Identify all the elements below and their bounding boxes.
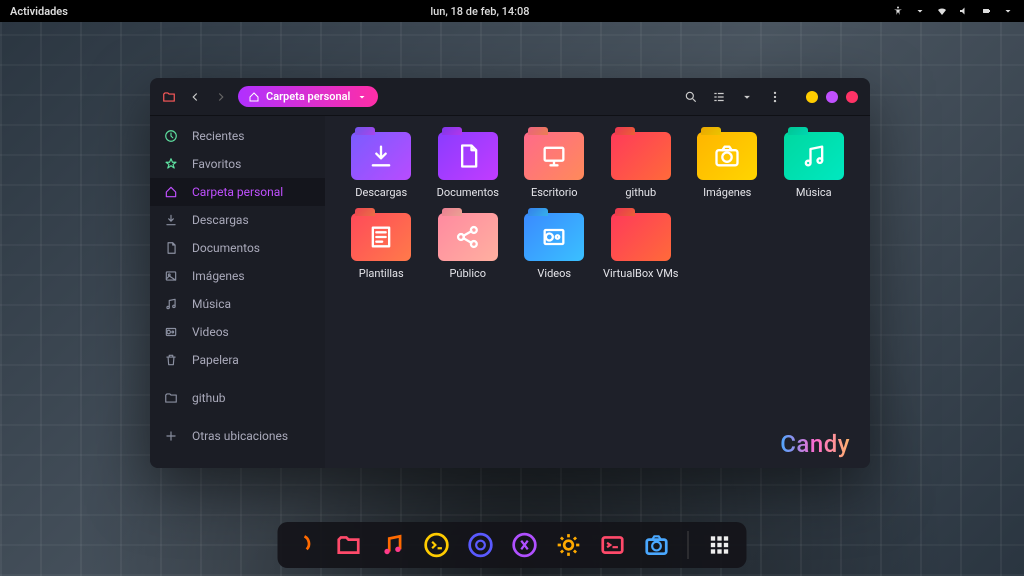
- folder-label: Descargas: [355, 186, 407, 199]
- sidebar-item-label: Carpeta personal: [192, 185, 283, 199]
- dropdown-icon: [914, 5, 926, 17]
- caret-icon: [1002, 5, 1014, 17]
- dock-app-firefox[interactable]: [290, 530, 320, 560]
- dock-app-terminal[interactable]: [422, 530, 452, 560]
- dock-app-grid[interactable]: [705, 530, 735, 560]
- folder-público[interactable]: Público: [430, 213, 507, 280]
- close-button[interactable]: [846, 91, 858, 103]
- minimize-button[interactable]: [806, 91, 818, 103]
- forward-button[interactable]: [214, 90, 228, 104]
- dock-app-vscode[interactable]: [510, 530, 540, 560]
- location-pill[interactable]: Carpeta personal: [238, 86, 378, 107]
- dock-app-chrome[interactable]: [466, 530, 496, 560]
- sidebar-item-label: Descargas: [192, 213, 249, 227]
- volume-icon: [958, 5, 970, 17]
- sidebar-item-label: Recientes: [192, 129, 244, 143]
- folder-imágenes[interactable]: Imágenes: [689, 132, 766, 199]
- menu-button[interactable]: [768, 90, 782, 104]
- folder-icon: [438, 132, 498, 180]
- sidebar-item-label: Papelera: [192, 353, 239, 367]
- folder-label: Documentos: [437, 186, 499, 199]
- folder-github[interactable]: github: [603, 132, 680, 199]
- sidebar-item-label: Favoritos: [192, 157, 241, 171]
- sidebar-item-label: Otras ubicaciones: [192, 429, 288, 443]
- sidebar-item-label: Música: [192, 297, 231, 311]
- window-controls: [806, 91, 858, 103]
- system-tray[interactable]: [892, 5, 1014, 17]
- folder-icon: [611, 213, 671, 261]
- sidebar-item-label: Videos: [192, 325, 229, 339]
- sidebar-item-videos[interactable]: Videos: [150, 318, 325, 346]
- folder-descargas[interactable]: Descargas: [343, 132, 420, 199]
- folder-label: github: [625, 186, 656, 199]
- sidebar-item-label: Documentos: [192, 241, 260, 255]
- folder-plantillas[interactable]: Plantillas: [343, 213, 420, 280]
- sidebar-item-downloads[interactable]: Descargas: [150, 206, 325, 234]
- dock-app-screenshot[interactable]: [642, 530, 672, 560]
- sidebar-item-favorites[interactable]: Favoritos: [150, 150, 325, 178]
- file-manager-window: Carpeta personal Recientes Favoritos Carpe…: [150, 78, 870, 468]
- folder-grid: Descargas Documentos Escritorio github Imáge…: [343, 132, 852, 280]
- folder-icon: [351, 132, 411, 180]
- sidebar: Recientes Favoritos Carpeta personal Descar…: [150, 116, 325, 468]
- folder-label: Videos: [537, 267, 571, 280]
- dock-app-settings[interactable]: [554, 530, 584, 560]
- folder-icon: [611, 132, 671, 180]
- folder-label: Música: [796, 186, 832, 199]
- clock[interactable]: lun, 18 de feb, 14:08: [68, 5, 892, 18]
- accessibility-icon: [892, 5, 904, 17]
- dock-app-music[interactable]: [378, 530, 408, 560]
- titlebar: Carpeta personal: [150, 78, 870, 116]
- sidebar-item-documents[interactable]: Documentos: [150, 234, 325, 262]
- sidebar-item-label: github: [192, 391, 226, 405]
- location-label: Carpeta personal: [266, 90, 350, 103]
- maximize-button[interactable]: [826, 91, 838, 103]
- folder-icon[interactable]: [162, 90, 176, 104]
- folder-icon: [438, 213, 498, 261]
- folder-virtualbox-vms[interactable]: VirtualBox VMs: [603, 213, 680, 280]
- view-toggle-button[interactable]: [712, 90, 726, 104]
- sidebar-item-label: Imágenes: [192, 269, 245, 283]
- view-caret-icon[interactable]: [740, 90, 754, 104]
- content-area[interactable]: Descargas Documentos Escritorio github Imáge…: [325, 116, 870, 468]
- back-button[interactable]: [188, 90, 202, 104]
- folder-icon: [524, 213, 584, 261]
- folder-escritorio[interactable]: Escritorio: [516, 132, 593, 199]
- activities-button[interactable]: Actividades: [10, 5, 68, 18]
- sidebar-item-github[interactable]: github: [150, 384, 325, 412]
- folder-icon: [784, 132, 844, 180]
- folder-label: Plantillas: [359, 267, 404, 280]
- chevron-down-icon: [356, 91, 368, 103]
- battery-icon: [980, 5, 992, 17]
- dock-divider: [688, 531, 689, 559]
- folder-icon: [697, 132, 757, 180]
- folder-icon: [524, 132, 584, 180]
- sidebar-item-images[interactable]: Imágenes: [150, 262, 325, 290]
- theme-brand: Candy: [780, 430, 850, 458]
- dock-app-term2[interactable]: [598, 530, 628, 560]
- folder-videos[interactable]: Videos: [516, 213, 593, 280]
- wifi-icon: [936, 5, 948, 17]
- dock-app-files[interactable]: [334, 530, 364, 560]
- folder-label: VirtualBox VMs: [603, 267, 678, 280]
- folder-label: Imágenes: [703, 186, 751, 199]
- sidebar-item-music[interactable]: Música: [150, 290, 325, 318]
- folder-documentos[interactable]: Documentos: [430, 132, 507, 199]
- search-button[interactable]: [684, 90, 698, 104]
- sidebar-item-recent[interactable]: Recientes: [150, 122, 325, 150]
- sidebar-item-trash[interactable]: Papelera: [150, 346, 325, 374]
- dock: [278, 522, 747, 568]
- folder-label: Escritorio: [531, 186, 578, 199]
- sidebar-item-other[interactable]: Otras ubicaciones: [150, 422, 325, 450]
- folder-música[interactable]: Música: [776, 132, 853, 199]
- sidebar-item-home[interactable]: Carpeta personal: [150, 178, 325, 206]
- top-panel: Actividades lun, 18 de feb, 14:08: [0, 0, 1024, 22]
- folder-label: Público: [449, 267, 486, 280]
- folder-icon: [351, 213, 411, 261]
- home-icon: [248, 91, 260, 103]
